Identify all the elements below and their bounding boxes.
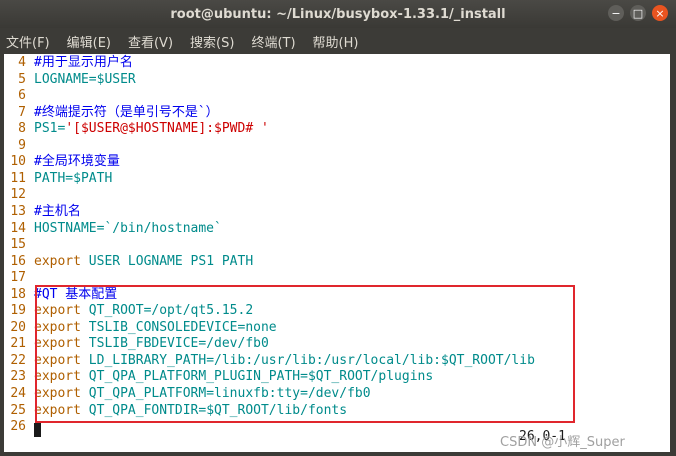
code-line: 14 HOSTNAME=`/bin/hostname` [4, 221, 222, 238]
code-line: 4 #用于显示用户名 [4, 55, 133, 72]
line-number: 23 [10, 369, 26, 385]
code-token: '[$USER@$HOSTNAME]:$PWD# ' [65, 121, 269, 137]
line-number: 10 [10, 154, 26, 170]
code-line: 5 LOGNAME=$USER [4, 72, 136, 89]
line-number: 18 [10, 286, 26, 302]
code-line: 16 export USER LOGNAME PS1 PATH [4, 254, 253, 271]
window-title: root@ubuntu: ~/Linux/busybox-1.33.1/_ins… [170, 6, 506, 22]
line-number: 20 [10, 319, 26, 335]
line-number: 12 [10, 187, 26, 203]
code-token: export [34, 253, 81, 269]
code-line: 26 [4, 419, 34, 436]
maximize-button[interactable]: □ [630, 5, 646, 21]
line-number: 13 [10, 203, 26, 219]
line-number: 7 [18, 104, 26, 120]
code-token: HOSTNAME=`/bin/hostname` [34, 220, 222, 236]
line-number: 26 [10, 419, 26, 435]
close-button[interactable]: × [652, 5, 668, 21]
menu-search[interactable]: 搜索(S) [190, 32, 234, 51]
code-line: 17 [4, 270, 34, 287]
menu-edit[interactable]: 编辑(E) [67, 32, 111, 51]
code-token: #用于显示用户名 [34, 55, 133, 70]
title-bar: root@ubuntu: ~/Linux/busybox-1.33.1/_ins… [0, 0, 676, 28]
code-line: 13 #主机名 [4, 203, 81, 221]
line-number: 14 [10, 220, 26, 236]
line-number: 6 [18, 88, 26, 104]
menu-view[interactable]: 查看(V) [128, 32, 173, 51]
line-number: 5 [18, 71, 26, 87]
window-controls: − □ × [608, 5, 668, 21]
line-number: 16 [10, 253, 26, 269]
qt-config-highlight [35, 285, 575, 423]
code-line: 8 PS1='[$USER@$HOSTNAME]:$PWD# ' [4, 121, 269, 138]
line-number: 22 [10, 352, 26, 368]
code-line: 15 [4, 237, 34, 254]
code-line: 11 PATH=$PATH [4, 171, 112, 188]
code-line: 9 [4, 138, 34, 155]
watermark: CSDN @小辉_Super [500, 435, 625, 450]
line-number: 19 [10, 303, 26, 319]
menu-bar: 文件(F) 编辑(E) 查看(V) 搜索(S) 终端(T) 帮助(H) [0, 28, 676, 54]
line-number: 4 [18, 55, 26, 70]
minimize-button[interactable]: − [608, 5, 624, 21]
text-cursor [34, 423, 41, 437]
menu-terminal[interactable]: 终端(T) [251, 32, 295, 51]
code-token: #全局环境变量 [34, 154, 120, 170]
code-line: 6 [4, 88, 34, 105]
code-token: LOGNAME=$USER [34, 71, 136, 87]
line-number: 8 [18, 121, 26, 137]
code-token: PS1= [34, 121, 66, 137]
line-number: 9 [18, 137, 26, 153]
code-line: 10 #全局环境变量 [4, 154, 120, 171]
code-token: USER LOGNAME PS1 PATH [80, 253, 254, 269]
line-number: 21 [10, 336, 26, 352]
line-number: 24 [10, 386, 26, 401]
code-line: 7 #终端提示符（是单引号不是`） [4, 104, 219, 122]
terminal-editor[interactable]: 4 #用于显示用户名 5 LOGNAME=$USER 6 7 #终端提示符（是单引号不是`）… [4, 54, 670, 452]
line-number: 17 [10, 270, 26, 286]
line-number: 25 [10, 402, 26, 418]
code-token: #主机名 [34, 203, 81, 219]
menu-file[interactable]: 文件(F) [6, 32, 50, 51]
code-line: 12 [4, 187, 34, 204]
line-number: 11 [10, 170, 26, 186]
code-token: #终端提示符（是单引号不是`） [34, 104, 219, 120]
scrollbar[interactable] [672, 54, 676, 452]
line-number: 15 [10, 237, 26, 253]
code-token: PATH=$PATH [34, 170, 113, 186]
menu-help[interactable]: 帮助(H) [313, 32, 359, 51]
